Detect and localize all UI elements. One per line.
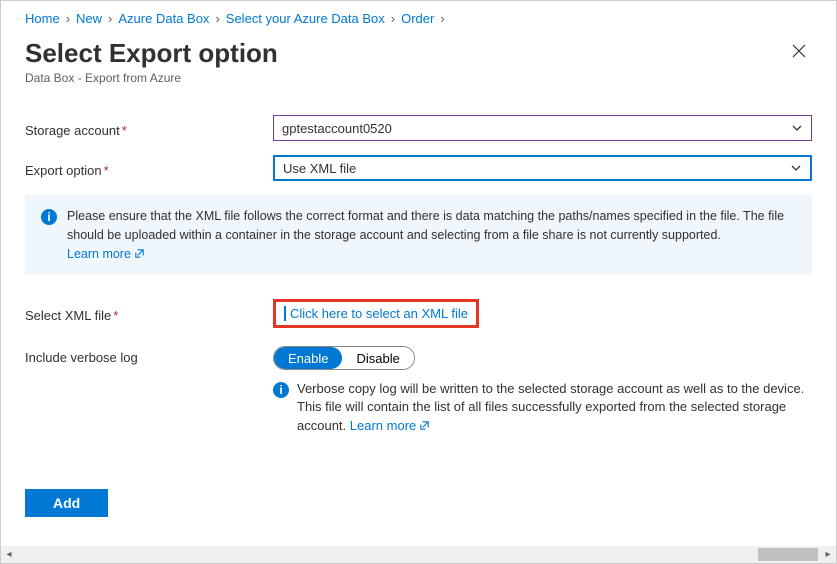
info-icon: i	[41, 209, 57, 225]
scrollbar-thumb[interactable]	[758, 548, 818, 561]
select-xml-label: Select XML file*	[25, 304, 273, 323]
verbose-enable-button[interactable]: Enable	[274, 347, 342, 369]
breadcrumb-home[interactable]: Home	[25, 11, 60, 26]
verbose-disable-button[interactable]: Disable	[342, 347, 413, 369]
chevron-right-icon: ›	[215, 11, 219, 26]
page-subtitle: Data Box - Export from Azure	[25, 71, 278, 85]
storage-account-value: gptestaccount0520	[282, 121, 392, 136]
external-link-icon	[134, 248, 145, 259]
verbose-log-toggle[interactable]: Enable Disable	[273, 346, 415, 370]
info-icon: i	[273, 382, 289, 398]
select-xml-highlight: Click here to select an XML file	[273, 299, 479, 328]
svg-text:i: i	[47, 210, 50, 224]
breadcrumb-order[interactable]: Order	[401, 11, 434, 26]
scroll-left-icon[interactable]: ◂	[3, 549, 15, 561]
svg-text:i: i	[279, 383, 282, 397]
export-option-select[interactable]: Use XML file	[273, 155, 812, 181]
chevron-down-icon	[790, 162, 802, 174]
select-xml-file-link[interactable]: Click here to select an XML file	[284, 306, 468, 321]
breadcrumb-azure-data-box[interactable]: Azure Data Box	[118, 11, 209, 26]
breadcrumb-select-data-box[interactable]: Select your Azure Data Box	[226, 11, 385, 26]
chevron-down-icon	[791, 122, 803, 134]
breadcrumb: Home › New › Azure Data Box › Select your A…	[25, 11, 812, 26]
close-icon	[792, 44, 806, 58]
horizontal-scrollbar[interactable]: ◂ ▸	[1, 546, 836, 563]
add-button[interactable]: Add	[25, 489, 108, 517]
chevron-right-icon: ›	[108, 11, 112, 26]
export-option-value: Use XML file	[283, 161, 356, 176]
chevron-right-icon: ›	[391, 11, 395, 26]
chevron-right-icon: ›	[66, 11, 70, 26]
learn-more-link-xml[interactable]: Learn more	[67, 247, 145, 261]
xml-info-text: Please ensure that the XML file follows …	[67, 209, 784, 242]
storage-account-select[interactable]: gptestaccount0520	[273, 115, 812, 141]
xml-info-box: i Please ensure that the XML file follow…	[25, 195, 812, 275]
export-option-label: Export option*	[25, 159, 273, 178]
page-title: Select Export option	[25, 38, 278, 69]
close-button[interactable]	[786, 38, 812, 69]
breadcrumb-new[interactable]: New	[76, 11, 102, 26]
external-link-icon	[419, 420, 430, 431]
verbose-log-label: Include verbose log	[25, 346, 273, 365]
learn-more-link-verbose[interactable]: Learn more	[350, 418, 430, 433]
chevron-right-icon: ›	[440, 11, 444, 26]
storage-account-label: Storage account*	[25, 119, 273, 138]
scroll-right-icon[interactable]: ▸	[822, 549, 834, 561]
